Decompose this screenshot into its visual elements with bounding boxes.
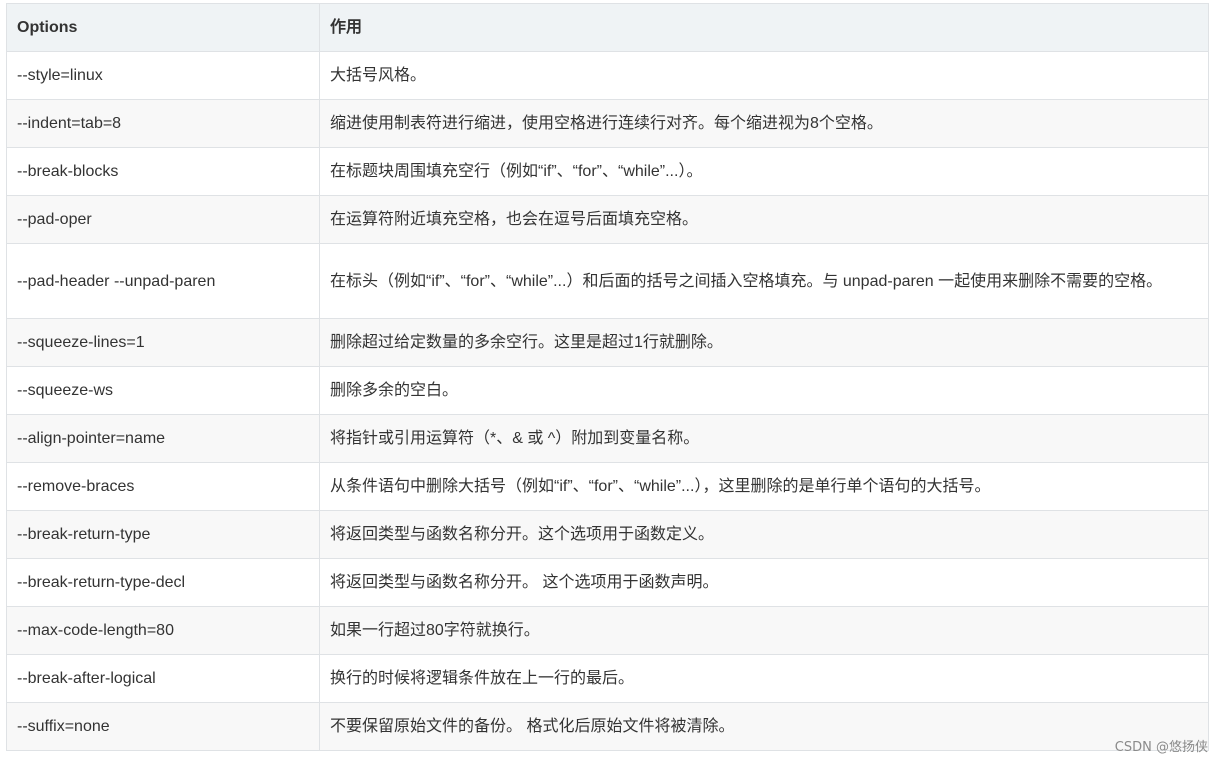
description-cell: 不要保留原始文件的备份。 格式化后原始文件将被清除。: [319, 702, 1209, 751]
description-cell: 从条件语句中删除大括号（例如“if”、“for”、“while”...），这里删…: [319, 462, 1209, 511]
description-cell: 删除多余的空白。: [319, 366, 1209, 415]
table-row: --pad-header --unpad-paren 在标头（例如“if”、“f…: [6, 243, 1209, 319]
description-cell: 将返回类型与函数名称分开。这个选项用于函数定义。: [319, 510, 1209, 559]
description-cell: 删除超过给定数量的多余空行。这里是超过1行就删除。: [319, 318, 1209, 367]
table-row: --break-return-type-decl 将返回类型与函数名称分开。 这…: [6, 558, 1209, 607]
option-cell: --suffix=none: [6, 702, 320, 751]
option-cell: --align-pointer=name: [6, 414, 320, 463]
option-cell: --break-after-logical: [6, 654, 320, 703]
option-cell: --squeeze-lines=1: [6, 318, 320, 367]
table-header-row: Options 作用: [6, 3, 1209, 52]
options-table-container: Options 作用 --style=linux 大括号风格。 --indent…: [6, 3, 1209, 751]
table-row: --break-after-logical 换行的时候将逻辑条件放在上一行的最后…: [6, 654, 1209, 703]
option-cell: --break-return-type-decl: [6, 558, 320, 607]
description-cell: 缩进使用制表符进行缩进，使用空格进行连续行对齐。每个缩进视为8个空格。: [319, 99, 1209, 148]
option-cell: --pad-oper: [6, 195, 320, 244]
table-row: --style=linux 大括号风格。: [6, 51, 1209, 100]
table-row: --pad-oper 在运算符附近填充空格，也会在逗号后面填充空格。: [6, 195, 1209, 244]
option-cell: --max-code-length=80: [6, 606, 320, 655]
option-cell: --break-blocks: [6, 147, 320, 196]
table-row: --squeeze-ws 删除多余的空白。: [6, 366, 1209, 415]
option-cell: --pad-header --unpad-paren: [6, 243, 320, 319]
table-row: --break-return-type 将返回类型与函数名称分开。这个选项用于函…: [6, 510, 1209, 559]
table-row: --indent=tab=8 缩进使用制表符进行缩进，使用空格进行连续行对齐。每…: [6, 99, 1209, 148]
options-table: Options 作用 --style=linux 大括号风格。 --indent…: [6, 3, 1209, 751]
description-cell: 如果一行超过80字符就换行。: [319, 606, 1209, 655]
description-cell: 将指针或引用运算符（*、& 或 ^）附加到变量名称。: [319, 414, 1209, 463]
table-row: --remove-braces 从条件语句中删除大括号（例如“if”、“for”…: [6, 462, 1209, 511]
option-cell: --squeeze-ws: [6, 366, 320, 415]
table-row: --suffix=none 不要保留原始文件的备份。 格式化后原始文件将被清除。: [6, 702, 1209, 751]
option-cell: --indent=tab=8: [6, 99, 320, 148]
watermark: CSDN @悠扬侠: [1114, 740, 1208, 755]
table-row: --squeeze-lines=1 删除超过给定数量的多余空行。这里是超过1行就…: [6, 318, 1209, 367]
description-cell: 在运算符附近填充空格，也会在逗号后面填充空格。: [319, 195, 1209, 244]
option-cell: --break-return-type: [6, 510, 320, 559]
description-cell: 换行的时候将逻辑条件放在上一行的最后。: [319, 654, 1209, 703]
table-row: --max-code-length=80 如果一行超过80字符就换行。: [6, 606, 1209, 655]
description-cell: 将返回类型与函数名称分开。 这个选项用于函数声明。: [319, 558, 1209, 607]
option-cell: --style=linux: [6, 51, 320, 100]
description-cell: 在标头（例如“if”、“for”、“while”...）和后面的括号之间插入空格…: [319, 243, 1209, 319]
description-cell: 大括号风格。: [319, 51, 1209, 100]
option-cell: --remove-braces: [6, 462, 320, 511]
description-cell: 在标题块周围填充空行（例如“if”、“for”、“while”...）。: [319, 147, 1209, 196]
header-purpose: 作用: [319, 3, 1209, 52]
table-row: --break-blocks 在标题块周围填充空行（例如“if”、“for”、“…: [6, 147, 1209, 196]
header-options: Options: [6, 3, 320, 52]
table-row: --align-pointer=name 将指针或引用运算符（*、& 或 ^）附…: [6, 414, 1209, 463]
